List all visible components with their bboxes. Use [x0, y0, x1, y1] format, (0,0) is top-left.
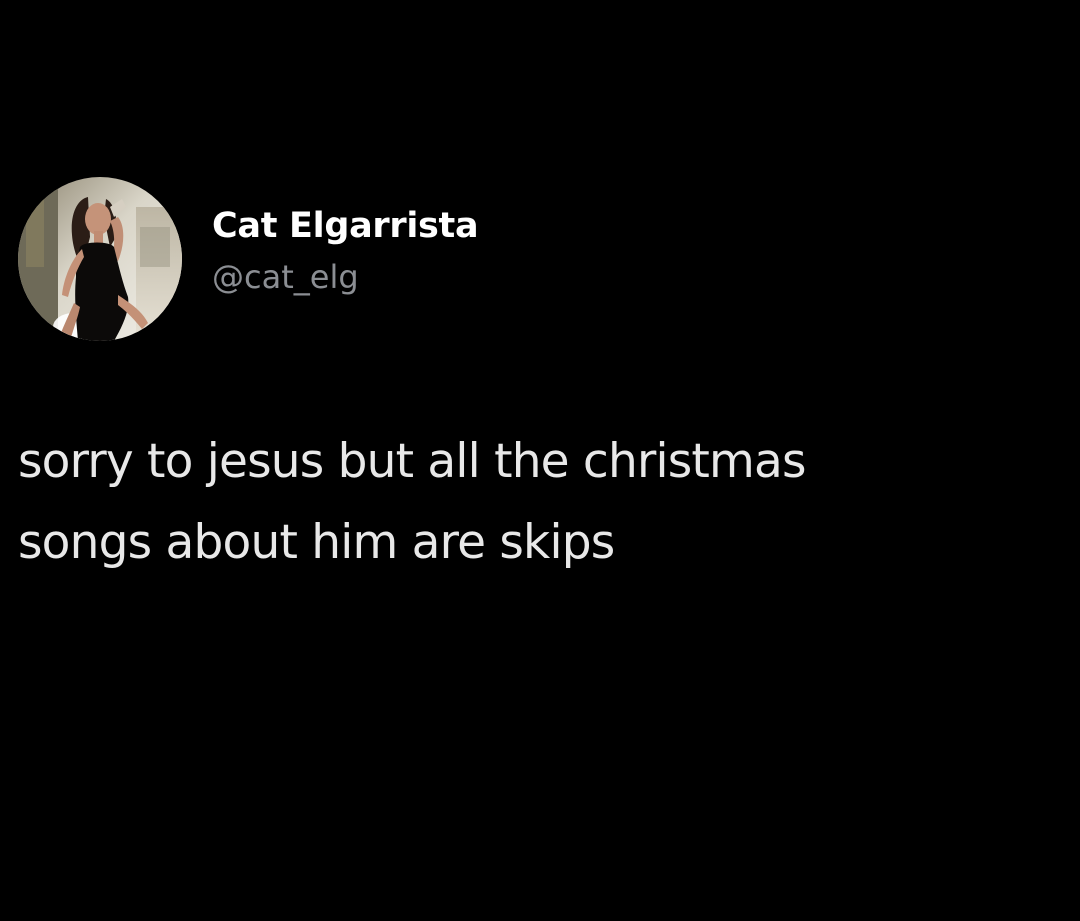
user-handle[interactable]: @cat_elg: [212, 256, 478, 298]
display-name[interactable]: Cat Elgarrista: [212, 204, 479, 248]
avatar[interactable]: [18, 177, 182, 341]
tweet-text: sorry to jesus but all the christmas son…: [18, 434, 807, 570]
avatar-photo: [18, 177, 182, 341]
tweet-card: Cat Elgarrista @cat_elg sorry to jesus b…: [0, 0, 1080, 921]
user-block: Cat Elgarrista @cat_elg: [212, 204, 479, 298]
tweet-header: Cat Elgarrista @cat_elg: [18, 177, 479, 341]
